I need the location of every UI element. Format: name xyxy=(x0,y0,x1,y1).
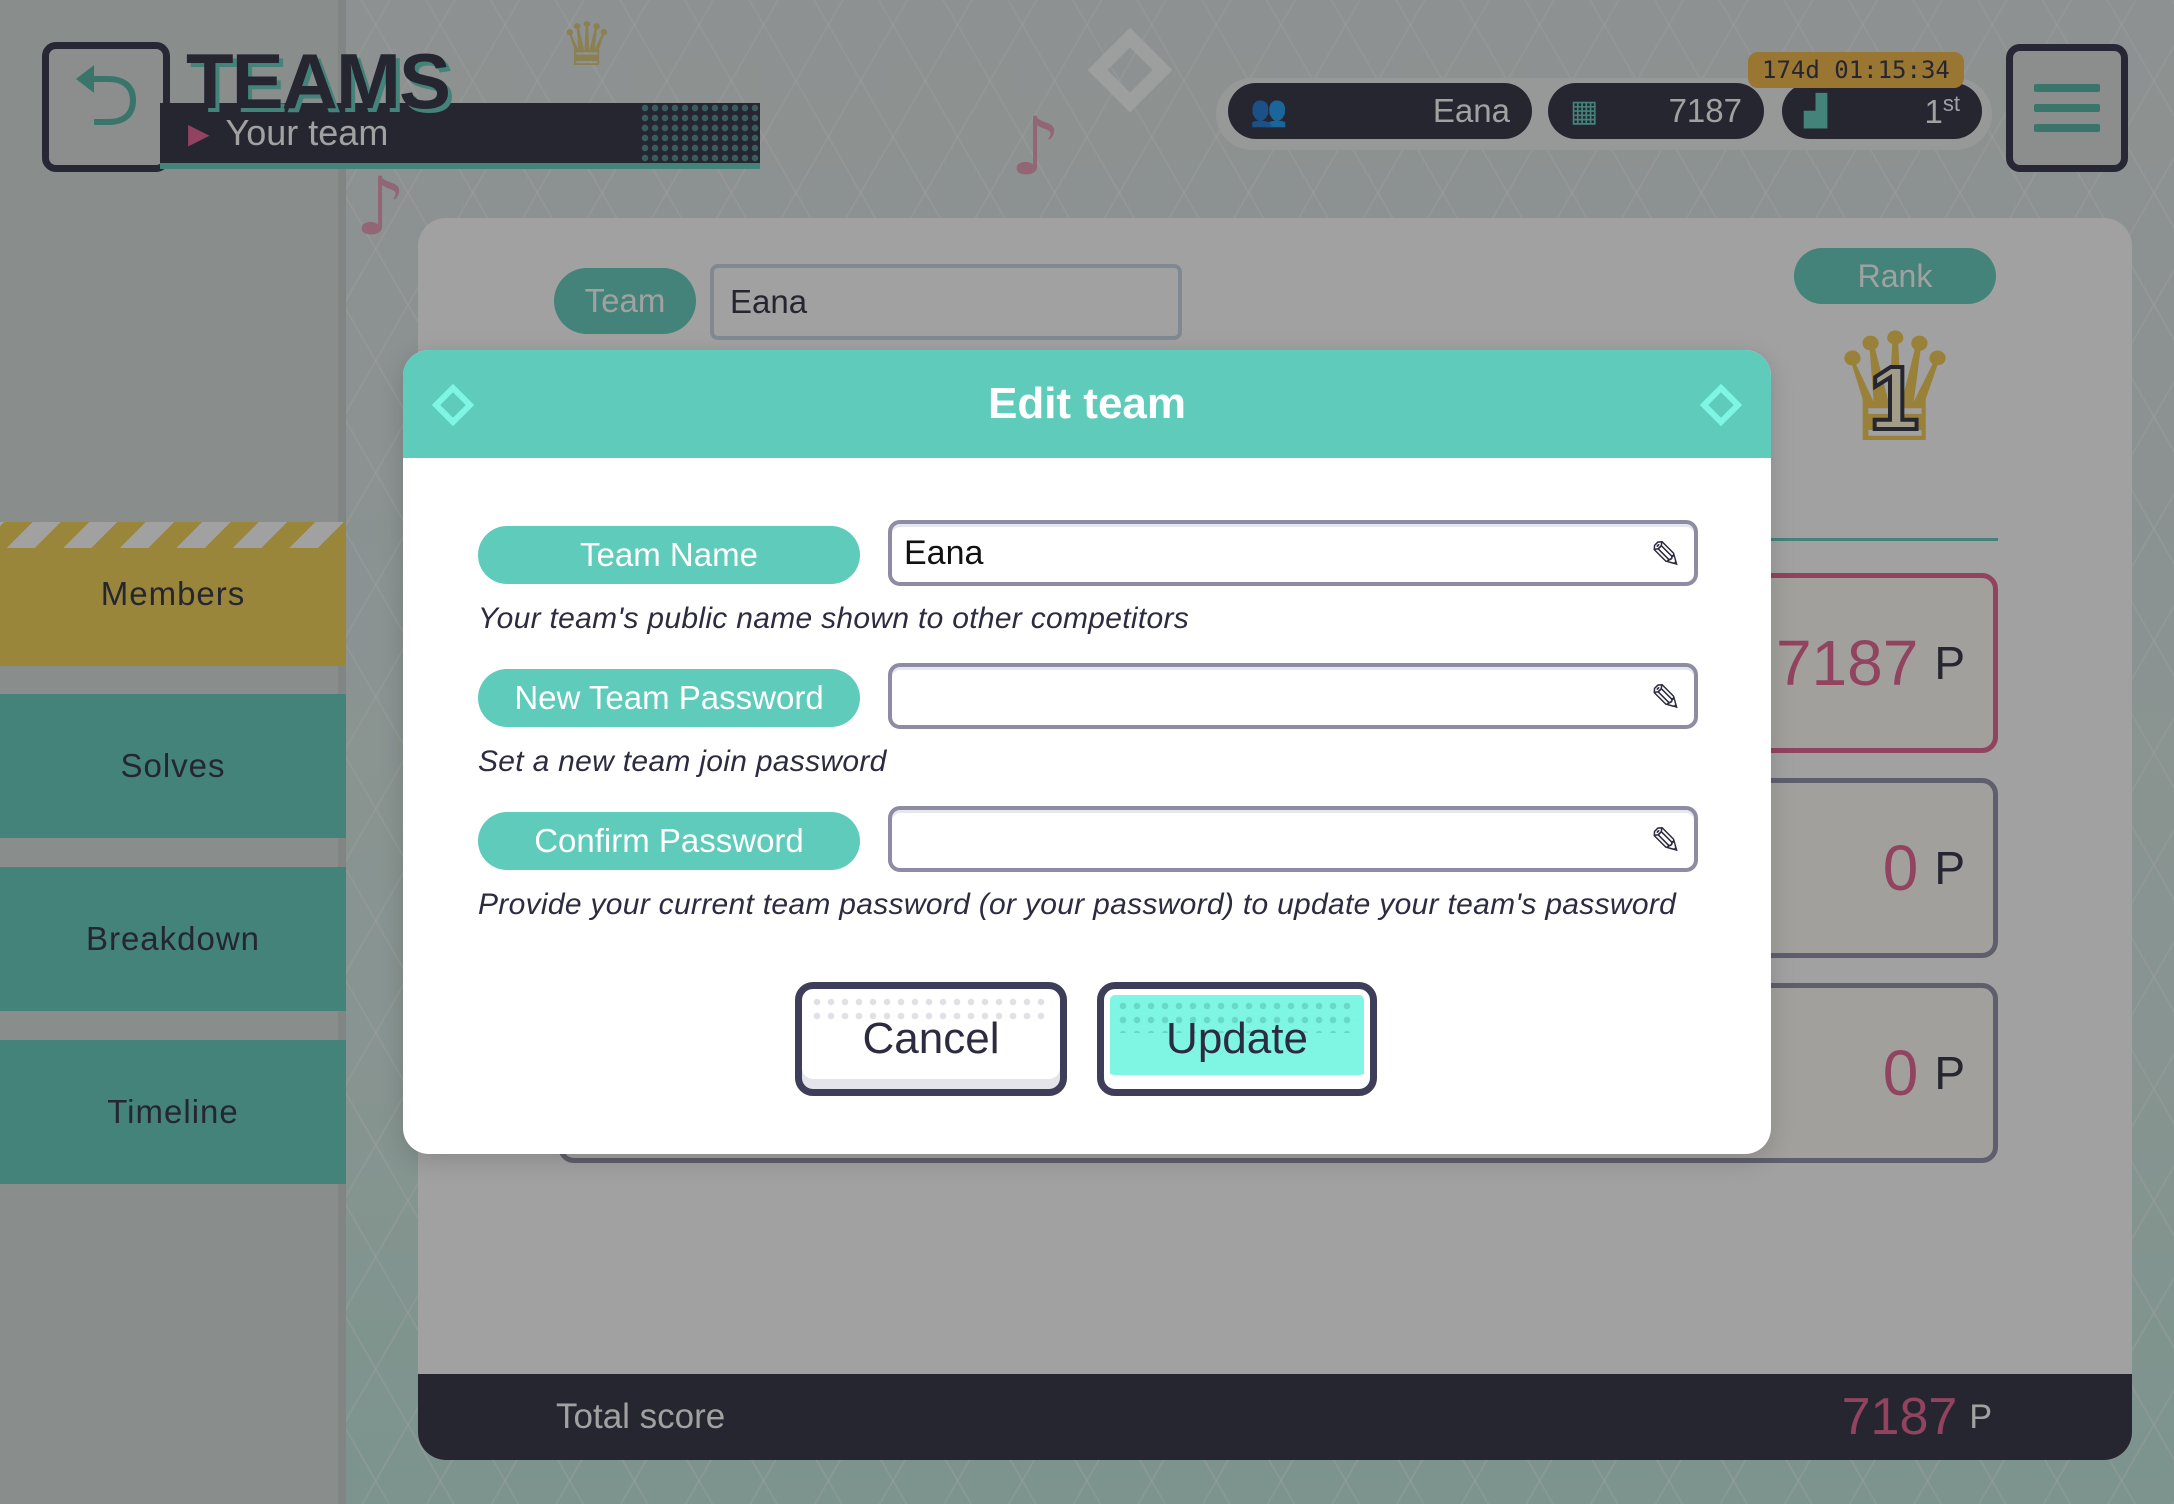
cancel-button[interactable]: Cancel xyxy=(795,982,1067,1096)
edit-team-dialog: Edit team Team Name Eana ✎ Your team's p… xyxy=(403,350,1771,1154)
diamond-icon xyxy=(1699,383,1743,427)
diamond-icon xyxy=(431,383,475,427)
cancel-button-label: Cancel xyxy=(862,1014,1000,1063)
team-name-field[interactable]: Eana ✎ xyxy=(888,520,1698,586)
update-button-label: Update xyxy=(1166,1014,1308,1063)
pencil-icon: ✎ xyxy=(1650,535,1682,577)
new-password-label: New Team Password xyxy=(478,669,860,727)
team-name-label: Team Name xyxy=(478,526,860,584)
new-password-field[interactable]: ✎ xyxy=(888,663,1698,729)
dialog-header: Edit team xyxy=(403,350,1771,458)
update-button[interactable]: Update xyxy=(1097,982,1377,1096)
dialog-title: Edit team xyxy=(987,379,1187,428)
confirm-password-label: Confirm Password xyxy=(478,812,860,870)
confirm-password-field[interactable]: ✎ xyxy=(888,806,1698,872)
team-name-help: Your team's public name shown to other c… xyxy=(478,602,1190,635)
new-password-help: Set a new team join password xyxy=(478,745,887,778)
pencil-icon: ✎ xyxy=(1650,821,1682,863)
confirm-password-help: Provide your current team password (or y… xyxy=(478,888,1677,921)
team-name-value: Eana xyxy=(904,533,984,572)
pencil-icon: ✎ xyxy=(1650,678,1682,720)
